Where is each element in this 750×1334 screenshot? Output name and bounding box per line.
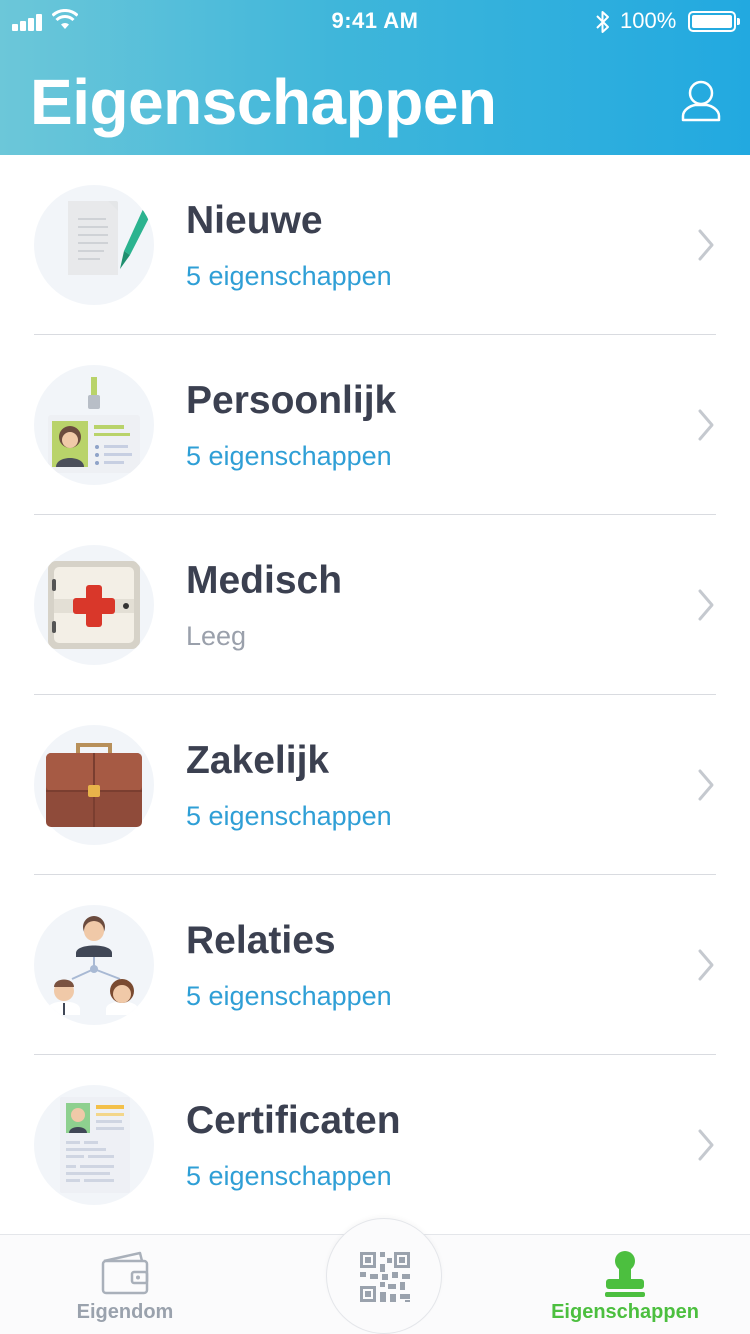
chevron-right-icon	[698, 589, 714, 621]
category-title: Medisch	[186, 559, 343, 602]
page-title: Eigenschappen	[30, 66, 497, 138]
chevron-right-icon	[698, 229, 714, 261]
category-count: 5 eigenschappen	[186, 1161, 392, 1191]
category-count: 5 eigenschappen	[186, 801, 392, 831]
profile-icon[interactable]	[680, 78, 722, 122]
category-title: Relaties	[186, 919, 336, 962]
qr-code-icon	[360, 1252, 410, 1302]
id-badge-icon	[34, 365, 154, 485]
stamp-icon	[605, 1251, 645, 1297]
category-row-relaties[interactable]: Relaties 5 eigenschappen	[0, 875, 750, 1055]
certificate-icon	[34, 1085, 154, 1205]
tab-eigenschappen[interactable]: Eigenschappen	[540, 1235, 710, 1334]
category-row-zakelijk[interactable]: Zakelijk 5 eigenschappen	[0, 695, 750, 875]
battery-icon	[688, 11, 740, 32]
qr-scan-button[interactable]	[326, 1218, 442, 1334]
bluetooth-icon	[596, 11, 609, 33]
category-row-certificaten[interactable]: Certificaten 5 eigenschappen	[0, 1055, 750, 1235]
category-list: Nieuwe 5 eigenschappen Persoonlijk 5 eig…	[0, 155, 750, 1235]
chevron-right-icon	[698, 1129, 714, 1161]
tab-label: Eigenschappen	[551, 1301, 699, 1323]
category-title: Zakelijk	[186, 739, 330, 782]
header: 9:41 AM 100% Eigenschappen	[0, 0, 750, 155]
category-title: Persoonlijk	[186, 379, 397, 422]
wallet-icon	[101, 1251, 149, 1295]
category-count: 5 eigenschappen	[186, 981, 392, 1011]
category-title: Nieuwe	[186, 199, 323, 242]
briefcase-icon	[34, 725, 154, 845]
category-row-nieuwe[interactable]: Nieuwe 5 eigenschappen	[0, 155, 750, 335]
category-count: 5 eigenschappen	[186, 261, 392, 291]
document-pen-icon	[34, 185, 154, 305]
people-network-icon	[34, 905, 154, 1025]
status-bar: 9:41 AM 100%	[0, 0, 750, 40]
tab-label: Eigendom	[76, 1301, 174, 1323]
category-row-medisch[interactable]: Medisch Leeg	[0, 515, 750, 695]
category-title: Certificaten	[186, 1099, 401, 1142]
medical-kit-icon	[34, 545, 154, 665]
tab-eigendom[interactable]: Eigendom	[40, 1235, 210, 1334]
battery-percentage: 100%	[620, 8, 677, 33]
category-count: Leeg	[186, 621, 247, 651]
chevron-right-icon	[698, 949, 714, 981]
category-count: 5 eigenschappen	[186, 441, 392, 471]
chevron-right-icon	[698, 769, 714, 801]
category-row-persoonlijk[interactable]: Persoonlijk 5 eigenschappen	[0, 335, 750, 515]
chevron-right-icon	[698, 409, 714, 441]
